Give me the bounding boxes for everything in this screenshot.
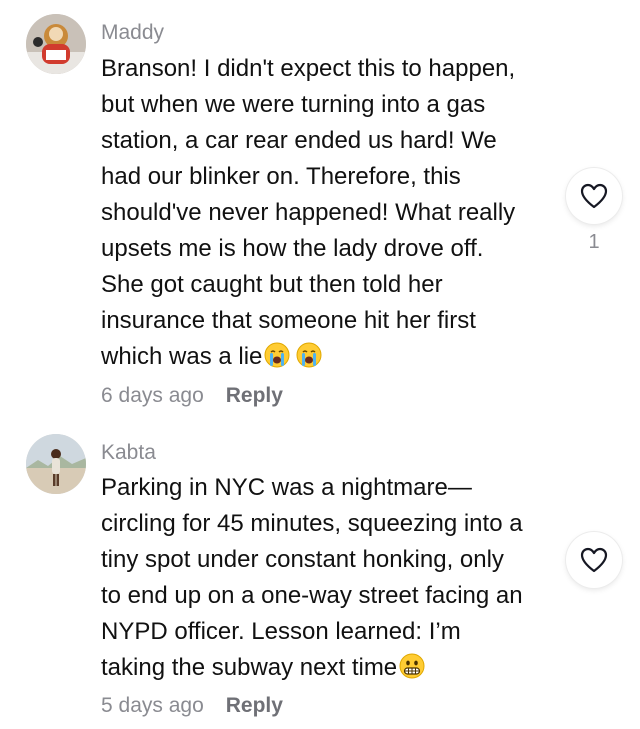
comment-line: station, a car rear ended us hard! We <box>101 127 497 154</box>
comment-line-last: which was a lie <box>101 339 515 375</box>
comment-line: which was a lie <box>101 343 263 370</box>
comment-line: insurance that someone hit her first <box>101 307 476 334</box>
comment-meta: 6 days ago Reply <box>101 383 283 409</box>
reply-button[interactable]: Reply <box>226 384 283 407</box>
like-button[interactable] <box>566 168 622 224</box>
grimacing-face-emoji <box>399 653 425 679</box>
comment-line: had our blinker on. Therefore, this <box>101 163 461 190</box>
comment-line: circling for 45 minutes, squeezing into … <box>101 510 523 537</box>
comment-line: to end up on a one-way street facing an <box>101 582 523 609</box>
comment-line-last: taking the subway next time <box>101 650 523 686</box>
reply-button[interactable]: Reply <box>226 694 283 717</box>
comment-line: tiny spot under constant honking, only <box>101 546 504 573</box>
comment-line: upsets me is how the lady drove off. <box>101 235 484 262</box>
avatar-image <box>26 14 86 74</box>
like-count: 1 <box>588 231 600 253</box>
comment-line: should've never happened! What really <box>101 199 516 226</box>
avatar-image <box>26 434 86 494</box>
comment-item: Kabta Parking in NYC was a nightmare— ci… <box>0 420 640 729</box>
comment-line: but when we were turning into a gas <box>101 91 486 118</box>
comment-text: Parking in NYC was a nightmare— circling… <box>101 470 523 686</box>
comment-username[interactable]: Maddy <box>101 21 164 45</box>
heart-outline-icon <box>580 547 608 573</box>
comment-timestamp: 5 days ago <box>101 694 204 717</box>
comment-line: Branson! I didn't expect this to happen, <box>101 55 516 82</box>
heart-outline-icon <box>580 183 608 209</box>
avatar[interactable] <box>26 434 86 494</box>
comment-item: Maddy Branson! I didn't expect this to h… <box>0 0 640 420</box>
avatar[interactable] <box>26 14 86 74</box>
comment-line: Parking in NYC was a nightmare— <box>101 474 472 501</box>
comment-text: Branson! I didn't expect this to happen,… <box>101 51 515 375</box>
like-button[interactable] <box>566 532 622 588</box>
comment-line: She got caught but then told her <box>101 271 443 298</box>
comment-line: NYPD officer. Lesson learned: I’m <box>101 618 461 645</box>
loudly-crying-face-emoji <box>264 342 290 368</box>
loudly-crying-face-emoji <box>296 342 322 368</box>
comment-username[interactable]: Kabta <box>101 441 156 465</box>
comment-meta: 5 days ago Reply <box>101 693 283 719</box>
comment-timestamp: 6 days ago <box>101 384 204 407</box>
comment-line: taking the subway next time <box>101 654 398 681</box>
